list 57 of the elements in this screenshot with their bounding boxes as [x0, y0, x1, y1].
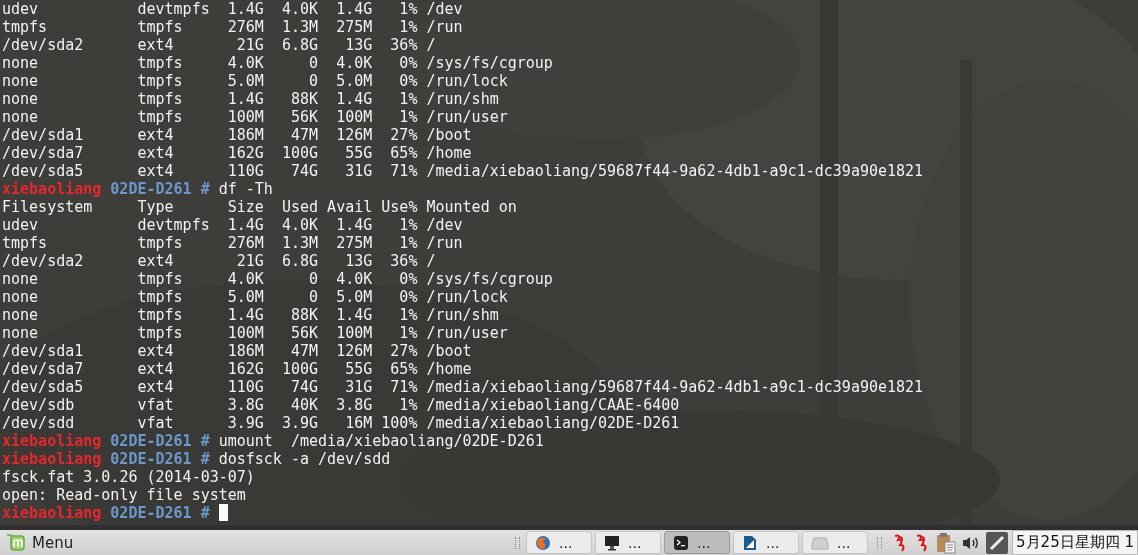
output-line: tmpfs tmpfs 276M 1.3M 275M 1% /run: [2, 234, 463, 252]
prompt-symbol: #: [200, 180, 210, 198]
output-line: fsck.fat 3.0.26 (2014-03-07): [2, 468, 255, 486]
output-line: /dev/sda2 ext4 21G 6.8G 13G 36% /: [2, 252, 436, 270]
output-line: none tmpfs 5.0M 0 5.0M 0% /run/lock: [2, 288, 508, 306]
prompt-host: 02DE-D261: [110, 432, 192, 450]
output-line: open: Read-only file system: [2, 486, 246, 504]
panel-handle[interactable]: [877, 536, 883, 549]
prompt-user: xiebaoliang: [2, 432, 102, 450]
output-line: udev devtmpfs 1.4G 4.0K 1.4G 1% /dev: [2, 216, 463, 234]
output-line: none tmpfs 1.4G 88K 1.4G 1% /run/shm: [2, 306, 499, 324]
output-line: /dev/sdd vfat 3.9G 3.9G 16M 100% /media/xiebaoliang/02DE-D261: [2, 414, 680, 432]
prompt-host: 02DE-D261: [110, 504, 192, 522]
document-icon: [742, 534, 759, 551]
output-line: none tmpfs 100M 56K 100M 1% /run/user: [2, 108, 508, 126]
output-line: none tmpfs 4.0K 0 4.0K 0% /sys/fs/cgroup: [2, 270, 553, 288]
mint-logo-icon: [6, 532, 26, 553]
terminal-icon: [673, 534, 690, 551]
prompt-host: 02DE-D261: [110, 180, 192, 198]
output-line: /dev/sda7 ext4 162G 100G 55G 65% /home: [2, 360, 472, 378]
panel-handle[interactable]: [515, 536, 521, 549]
command-text: dosfsck -a /dev/sdd: [218, 450, 391, 468]
prompt-symbol: #: [200, 504, 210, 522]
output-line: none tmpfs 1.4G 88K 1.4G 1% /run/shm: [2, 90, 499, 108]
prompt-symbol: #: [200, 432, 210, 450]
prompt-user: xiebaoliang: [2, 450, 102, 468]
output-line: /dev/sda5 ext4 110G 74G 31G 71% /media/xiebaoliang/59687f44-9a62-4db1-a9c1-dc39a90e1821: [2, 378, 924, 396]
menu-button[interactable]: Menu: [0, 530, 80, 555]
output-line: /dev/sda7 ext4 162G 100G 55G 65% /home: [2, 144, 472, 162]
output-line: /dev/sda2 ext4 21G 6.8G 13G 36% /: [2, 36, 436, 54]
prompt-host: 02DE-D261: [110, 450, 192, 468]
window-button[interactable]: ...: [733, 531, 800, 554]
output-line: Filesystem Type Size Used Avail Use% Mounted on: [2, 198, 517, 216]
output-line: none tmpfs 100M 56K 100M 1% /run/user: [2, 324, 508, 342]
network-icon[interactable]: [986, 531, 1009, 554]
output-line: /dev/sda1 ext4 186M 47M 126M 27% /boot: [2, 126, 472, 144]
output-line: /dev/sda1 ext4 186M 47M 126M 27% /boot: [2, 342, 472, 360]
monitor-icon: [604, 534, 621, 551]
clipboard-icon[interactable]: [936, 531, 957, 554]
command-text: umount /media/xiebaoliang/02DE-D261: [218, 432, 544, 450]
output-line: udev devtmpfs 1.4G 4.0K 1.4G 1% /dev: [2, 0, 463, 18]
output-line: tmpfs tmpfs 276M 1.3M 275M 1% /run: [2, 18, 463, 36]
command-text: df -Th: [218, 180, 273, 198]
prompt-symbol: #: [200, 450, 210, 468]
output-line: none tmpfs 5.0M 0 5.0M 0% /run/lock: [2, 72, 508, 90]
window-button[interactable]: ...: [526, 531, 593, 554]
window-button[interactable]: ...: [664, 531, 731, 554]
prompt-user: xiebaoliang: [2, 504, 102, 522]
output-line: /dev/sda5 ext4 110G 74G 31G 71% /media/xiebaoliang/59687f44-9a62-4db1-a9c1-dc39a90e1821: [2, 162, 924, 180]
clock[interactable]: 5月25日星期四 1: [1012, 530, 1138, 555]
volume-icon[interactable]: [962, 534, 981, 551]
globe-icon: [535, 534, 552, 551]
prompt-user: xiebaoliang: [2, 180, 102, 198]
output-line: none tmpfs 4.0K 0 4.0K 0% /sys/fs/cgroup: [2, 54, 553, 72]
window-button[interactable]: ...: [802, 531, 869, 554]
window-button[interactable]: ...: [595, 531, 662, 554]
output-line: /dev/sdb vfat 3.8G 40K 3.8G 1% /media/xiebaoliang/CAAE-6400: [2, 396, 680, 414]
